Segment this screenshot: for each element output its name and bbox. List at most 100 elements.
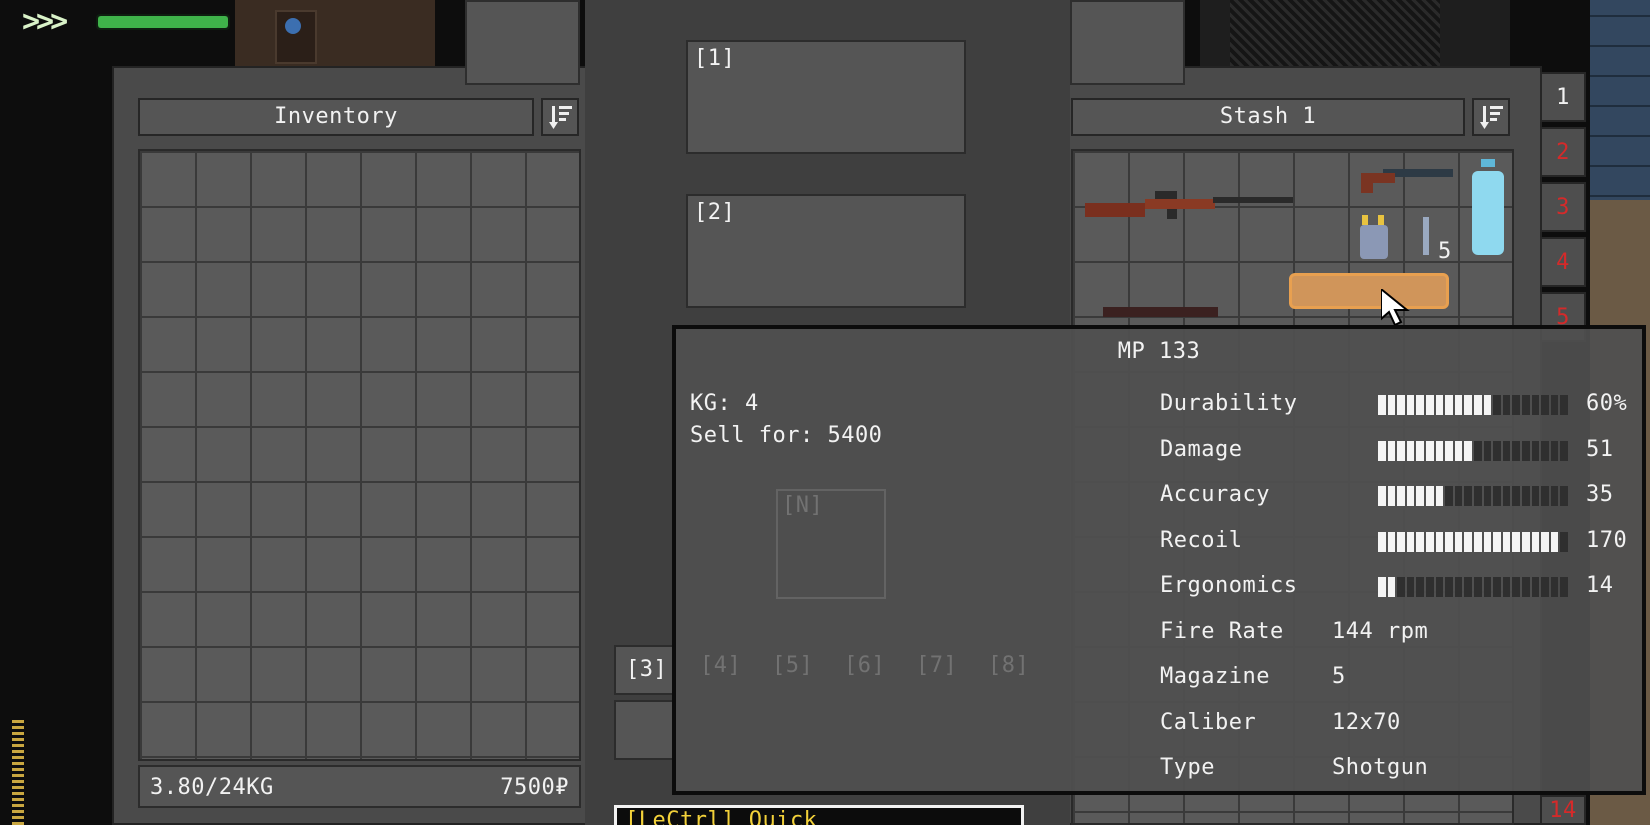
water-bottle-item-icon[interactable] — [1468, 159, 1508, 255]
ghost-slot-n: [N] — [776, 489, 886, 599]
rifle-item-icon[interactable] — [1085, 187, 1295, 229]
slot-2-label: [2] — [694, 200, 736, 225]
stash-tab-14[interactable]: 14 — [1540, 795, 1586, 825]
stash-tab-1[interactable]: 1 — [1540, 72, 1586, 122]
equipment-slot-1[interactable]: [1] — [686, 40, 966, 154]
inventory-sort-button[interactable] — [541, 98, 579, 136]
sawed-off-shotgun-item-icon[interactable] — [1361, 165, 1453, 197]
bar-segment — [1387, 577, 1396, 597]
bar-segment — [1378, 532, 1386, 552]
stat-label-accuracy: Accuracy — [1160, 482, 1270, 507]
stash-tab-4[interactable]: 4 — [1540, 237, 1586, 287]
highlighted-shotgun-item[interactable] — [1289, 273, 1449, 309]
quickslot-3-label: [3] — [626, 657, 668, 682]
bar-segment — [1560, 532, 1568, 552]
bar-segment — [1454, 486, 1463, 506]
quickslot-3[interactable]: [3] — [614, 645, 674, 695]
bar-segment — [1541, 577, 1549, 597]
scene-background-right — [1200, 0, 1510, 66]
bar-segment — [1493, 441, 1501, 461]
bar-segment — [1560, 486, 1568, 506]
inventory-grid[interactable] — [138, 149, 581, 761]
bar-segment — [1445, 577, 1453, 597]
bar-segment — [1512, 395, 1520, 415]
bar-segment — [1473, 532, 1482, 552]
bar-segment — [1387, 486, 1396, 506]
health-bar-fill — [98, 16, 228, 28]
bottom-hint-box: [LeCtrl] Quick — [614, 805, 1024, 825]
health-bar — [96, 14, 230, 30]
bar-segment — [1454, 395, 1463, 415]
bar-segment — [1521, 441, 1530, 461]
stat-label-recoil: Recoil — [1160, 528, 1243, 553]
bar-segment — [1454, 577, 1463, 597]
tooltip-sell-price: Sell for: 5400 — [690, 423, 883, 448]
stash-sort-button[interactable] — [1472, 98, 1510, 136]
bar-segment — [1493, 577, 1501, 597]
bar-segment — [1512, 486, 1520, 506]
bar-segment — [1464, 486, 1472, 506]
bar-segment — [1512, 441, 1520, 461]
bar-segment — [1397, 577, 1405, 597]
bar-segment — [1541, 532, 1549, 552]
bar-segment — [1435, 532, 1444, 552]
ghost-slot-7: [7] — [916, 653, 958, 678]
syringe-item-icon[interactable] — [1417, 217, 1435, 259]
bar-segment — [1406, 395, 1415, 415]
bar-segment — [1406, 577, 1415, 597]
inventory-money: 7500₽ — [500, 775, 569, 800]
bar-segment — [1406, 486, 1415, 506]
cursor-icon — [1381, 289, 1410, 327]
bar-segment — [1531, 441, 1540, 461]
stash-tab-2[interactable]: 2 — [1540, 127, 1586, 177]
bar-segment — [1445, 486, 1453, 506]
bar-segment — [1435, 577, 1444, 597]
bar-segment — [1531, 395, 1540, 415]
damage-bar — [1378, 441, 1568, 461]
bar-segment — [1425, 486, 1434, 506]
bar-segment — [1541, 441, 1549, 461]
speed-indicator-icon: >>> — [22, 4, 68, 39]
scene-background-left — [235, 0, 435, 66]
bar-segment — [1445, 441, 1453, 461]
bar-segment — [1416, 441, 1424, 461]
info-label-type: Type — [1160, 755, 1215, 780]
bar-segment — [1483, 486, 1492, 506]
equipment-slot-2[interactable]: [2] — [686, 194, 966, 308]
info-label-caliber: Caliber — [1160, 710, 1257, 735]
top-slot-right[interactable] — [1070, 0, 1185, 85]
side-ammo-strip — [12, 720, 24, 825]
durability-bar — [1378, 395, 1568, 415]
bar-segment — [1550, 532, 1559, 552]
bar-segment — [1406, 441, 1415, 461]
info-value-magazine: 5 — [1332, 664, 1346, 689]
ghost-slot-4: [4] — [700, 653, 742, 678]
stat-label-durability: Durability — [1160, 391, 1298, 416]
top-slot-left[interactable] — [465, 0, 580, 85]
bar-segment — [1483, 395, 1492, 415]
sort-icon — [549, 106, 572, 129]
assault-rifle-item-icon[interactable] — [1103, 301, 1218, 325]
bar-segment — [1397, 486, 1405, 506]
bar-segment — [1435, 395, 1444, 415]
bar-segment — [1521, 577, 1530, 597]
bar-segment — [1454, 532, 1463, 552]
stash-tab-3[interactable]: 3 — [1540, 182, 1586, 232]
stat-value-accuracy: 35 — [1586, 482, 1614, 507]
bar-segment — [1445, 395, 1453, 415]
battery-item-icon[interactable] — [1358, 215, 1390, 259]
bar-segment — [1425, 441, 1434, 461]
bar-segment — [1473, 486, 1482, 506]
bottom-hint-text: [LeCtrl] Quick — [625, 808, 818, 825]
quickslot-3-content[interactable] — [614, 700, 674, 760]
bar-segment — [1387, 395, 1396, 415]
bar-segment — [1550, 395, 1559, 415]
stash-title: Stash 1 — [1071, 98, 1465, 136]
bar-segment — [1493, 532, 1501, 552]
bar-segment — [1483, 532, 1492, 552]
bar-segment — [1502, 486, 1511, 506]
stat-label-ergonomics: Ergonomics — [1160, 573, 1298, 598]
bar-segment — [1550, 486, 1559, 506]
bar-segment — [1416, 577, 1424, 597]
info-value-type: Shotgun — [1332, 755, 1429, 780]
